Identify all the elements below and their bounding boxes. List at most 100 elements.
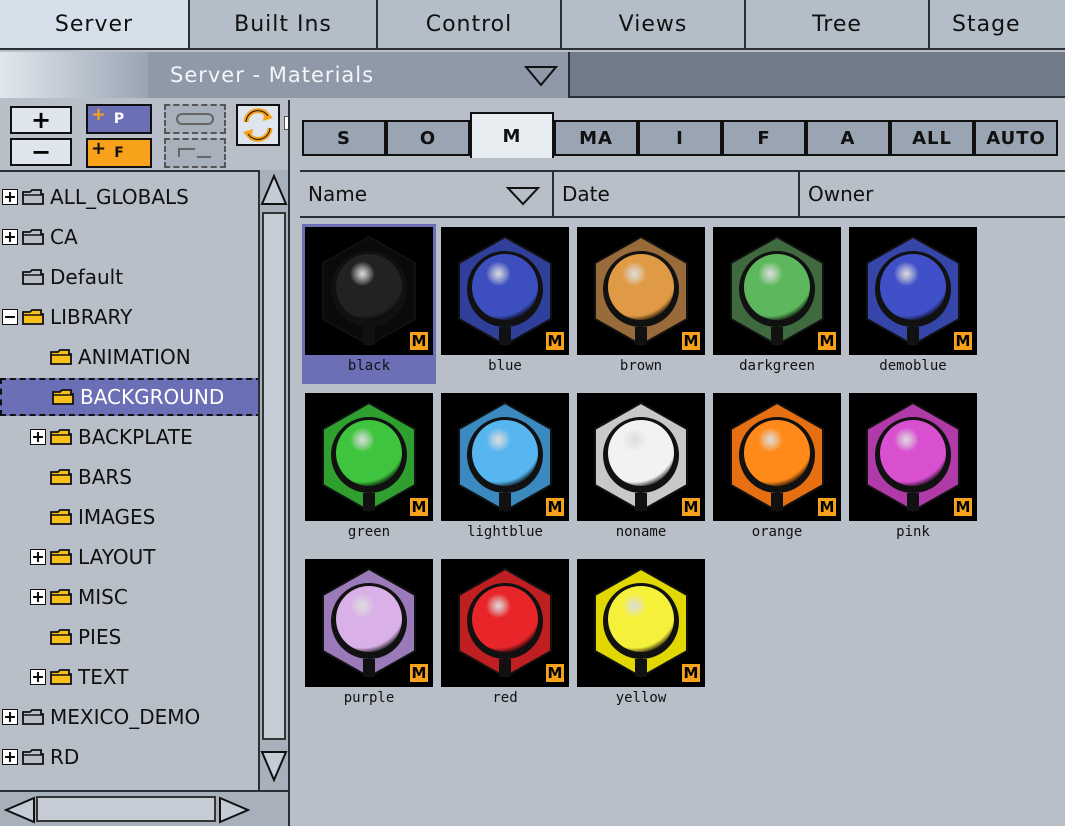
material-tile[interactable]: Mdemoblue (846, 224, 980, 384)
scroll-down-icon[interactable] (260, 748, 288, 784)
tree-item[interactable]: PIES (0, 618, 260, 656)
column-date[interactable]: Date (554, 172, 800, 216)
scroll-up-icon[interactable] (260, 172, 288, 208)
material-tile[interactable]: Mblue (438, 224, 572, 384)
material-tile[interactable]: Mlightblue (438, 390, 572, 550)
tab-type-all[interactable]: ALL (890, 120, 974, 156)
tree-item[interactable]: RD (0, 738, 260, 776)
tree-vertical-scrollbar[interactable] (258, 170, 290, 790)
material-tile[interactable]: Myellow (574, 556, 708, 716)
tab-type-auto[interactable]: AUTO (974, 120, 1058, 156)
new-folder-button[interactable]: + F (86, 138, 152, 168)
tree-item-label: LAYOUT (78, 545, 156, 569)
folder-icon (50, 548, 72, 566)
material-name: red (492, 690, 518, 706)
expand-icon[interactable] (2, 229, 18, 245)
tab-type-s[interactable]: S (302, 120, 386, 156)
tree-item[interactable]: MEXICO_DEMO (0, 698, 260, 736)
tab-type-o[interactable]: O (386, 120, 470, 156)
materials-panel: S O M MA I F A ALL AUTO Name Date Owner … (290, 100, 1065, 826)
tab-type-a[interactable]: A (806, 120, 890, 156)
column-owner[interactable]: Owner (800, 172, 1065, 216)
tree-item[interactable]: IMAGES (0, 498, 260, 536)
link-icon[interactable] (164, 104, 226, 134)
scroll-left-icon[interactable] (4, 796, 36, 824)
new-folder-button-label: F (114, 145, 124, 161)
new-page-button-label: P (113, 111, 125, 127)
tree-item[interactable]: Default (0, 258, 260, 296)
new-page-button[interactable]: + P (86, 104, 152, 134)
material-tile[interactable]: Mdarkgreen (710, 224, 844, 384)
expand-icon[interactable] (2, 709, 18, 725)
tab-control[interactable]: Control (378, 0, 562, 50)
expand-icon[interactable] (30, 669, 46, 685)
add-button[interactable]: + (10, 106, 72, 134)
folder-icon (50, 588, 72, 606)
refresh-icon (243, 108, 273, 142)
column-owner-label: Owner (808, 182, 874, 206)
material-badge: M (408, 662, 430, 684)
material-thumbnail: M (577, 227, 705, 355)
tree-item[interactable]: BACKPLATE (0, 418, 260, 456)
tree-item[interactable]: ANIMATION (0, 338, 260, 376)
column-name[interactable]: Name (300, 172, 554, 216)
tab-tree[interactable]: Tree (746, 0, 930, 50)
material-tile[interactable]: Mblack (302, 224, 436, 384)
material-tile[interactable]: Mred (438, 556, 572, 716)
folder-icon (50, 628, 72, 646)
material-tile[interactable]: Mpurple (302, 556, 436, 716)
material-tile[interactable]: Mnoname (574, 390, 708, 550)
tab-stage[interactable]: Stage (930, 0, 1065, 50)
folder-icon (22, 228, 44, 246)
tab-views[interactable]: Views (562, 0, 746, 50)
tree-item[interactable]: TEXT (0, 658, 260, 696)
tab-server[interactable]: Server (0, 0, 190, 50)
expand-icon[interactable] (2, 189, 18, 205)
folder-icon (22, 748, 44, 766)
material-grid: Mblack Mblue Mbrown Mdarkgreen Mdemoblue Mgre… (302, 224, 1062, 824)
material-tile[interactable]: Mbrown (574, 224, 708, 384)
tree-item[interactable]: CA (0, 218, 260, 256)
remove-button[interactable]: − (10, 138, 72, 166)
tree-item[interactable]: MISC (0, 578, 260, 616)
material-badge: M (680, 662, 702, 684)
tab-type-m[interactable]: M (470, 112, 554, 158)
tree-horizontal-scrollbar[interactable] (0, 790, 290, 826)
view-header: Server - Materials (0, 52, 1065, 98)
horizontal-scroll-thumb[interactable] (36, 796, 216, 822)
tree-item[interactable]: ALL_GLOBALS (0, 178, 260, 216)
tree-item[interactable]: BARS (0, 458, 260, 496)
tree-item-label: ALL_GLOBALS (50, 185, 189, 209)
unlink-icon[interactable] (164, 138, 226, 168)
expand-icon[interactable] (30, 429, 46, 445)
refresh-button[interactable] (236, 104, 280, 146)
tree-item[interactable]: LIBRARY (0, 298, 260, 336)
expand-icon[interactable] (30, 589, 46, 605)
tree-item[interactable]: BACKGROUND (0, 378, 260, 416)
tab-built-ins[interactable]: Built Ins (190, 0, 378, 50)
tab-type-ma[interactable]: MA (554, 120, 638, 156)
material-tile[interactable]: Morange (710, 390, 844, 550)
expand-icon[interactable] (30, 549, 46, 565)
material-tile[interactable]: Mgreen (302, 390, 436, 550)
view-dropdown[interactable]: Server - Materials (148, 52, 570, 98)
view-dropdown-label: Server - Materials (170, 63, 375, 87)
tree-item[interactable]: LAYOUT (0, 538, 260, 576)
material-thumbnail: M (441, 559, 569, 687)
scroll-thumb[interactable] (262, 212, 286, 740)
tree-item-label: IMAGES (78, 505, 156, 529)
material-badge: M (544, 496, 566, 518)
sort-down-icon[interactable] (506, 186, 540, 206)
folder-icon (22, 308, 44, 326)
folder-icon (50, 428, 72, 446)
material-badge: M (816, 496, 838, 518)
material-tile[interactable]: Mpink (846, 390, 980, 550)
scroll-right-icon[interactable] (218, 796, 250, 824)
tab-type-i[interactable]: I (638, 120, 722, 156)
collapse-icon[interactable] (2, 309, 18, 325)
tree-item-label: Default (50, 265, 124, 289)
expand-icon[interactable] (2, 749, 18, 765)
folder-icon (22, 708, 44, 726)
tab-type-f[interactable]: F (722, 120, 806, 156)
material-name: blue (488, 358, 522, 374)
